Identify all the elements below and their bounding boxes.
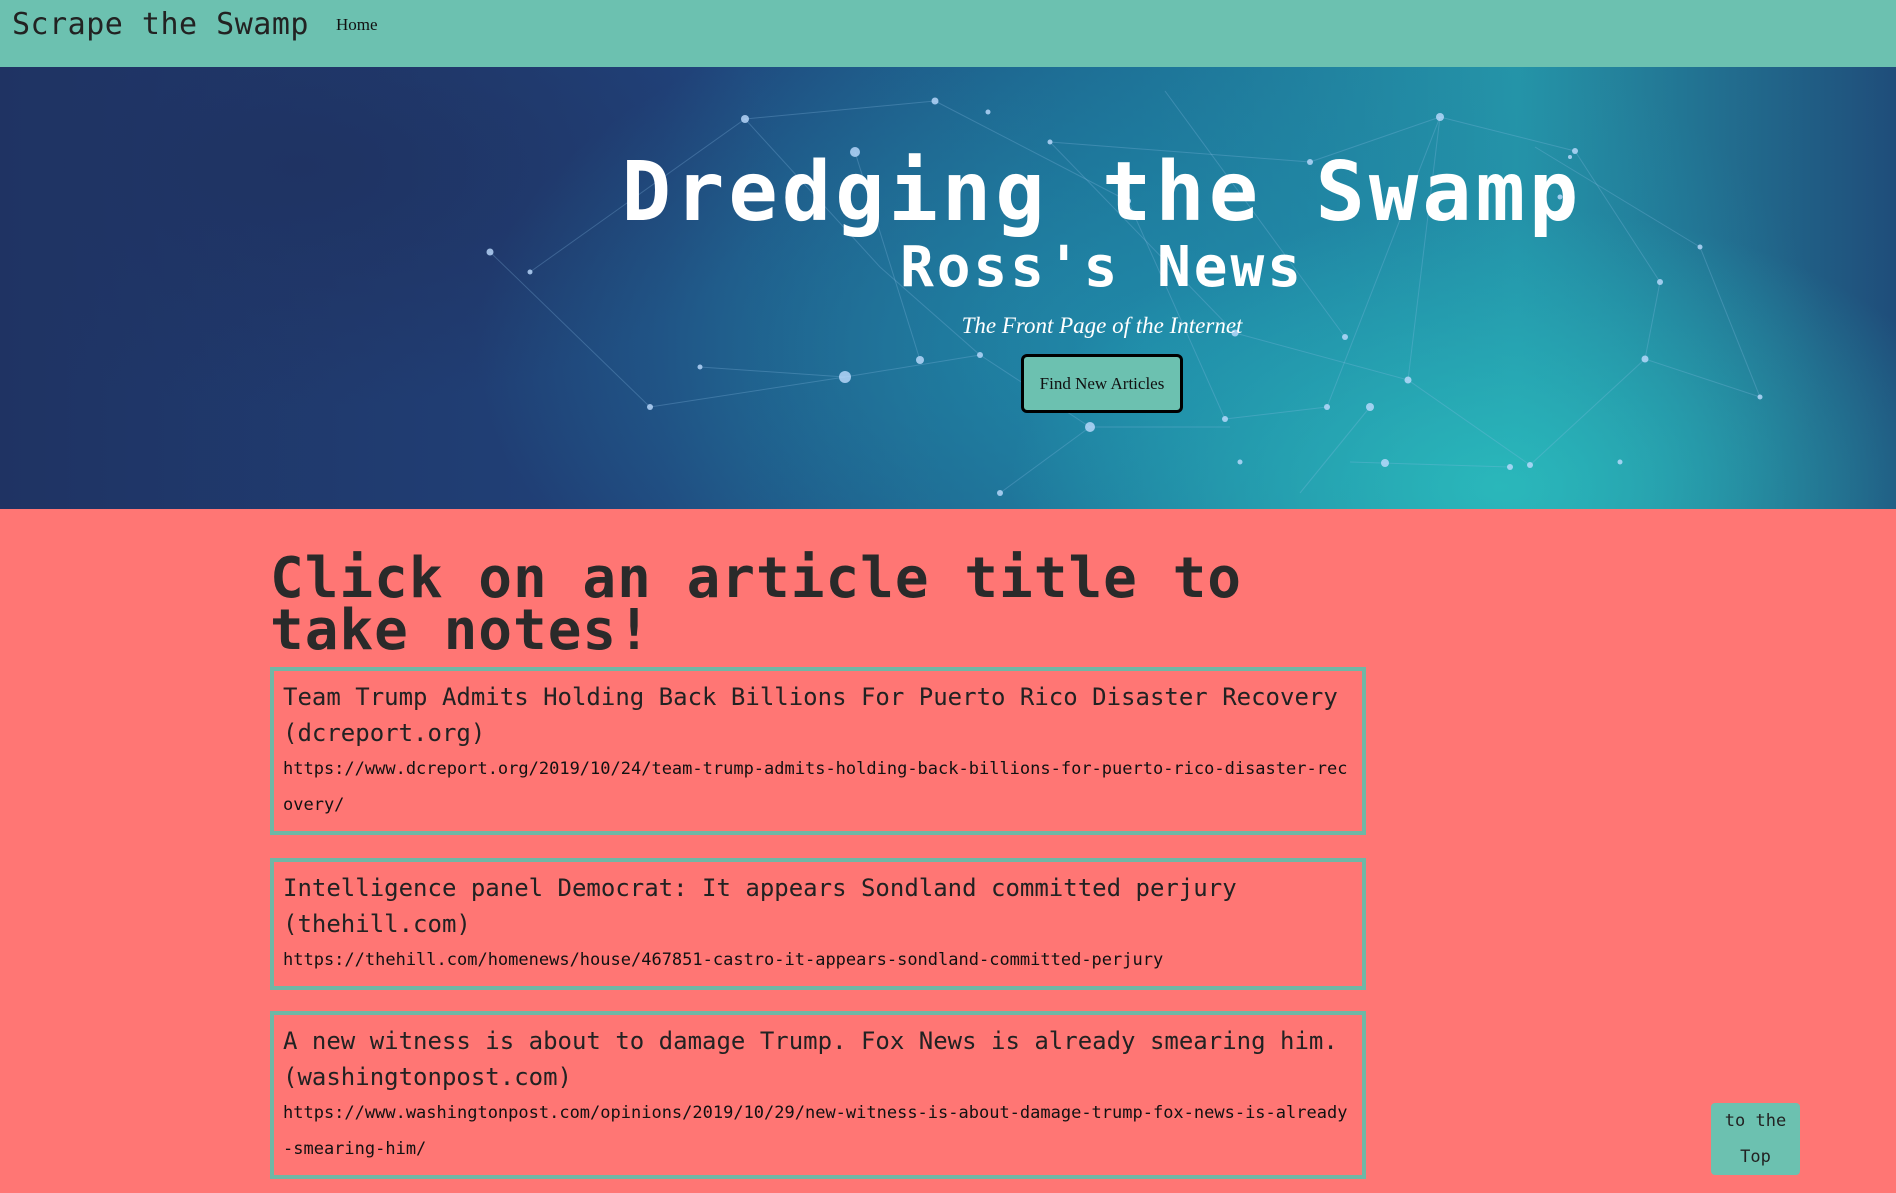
article-title[interactable]: A new witness is about to damage Trump. … — [283, 1023, 1352, 1095]
article-url: https://www.washingtonpost.com/opinions/… — [283, 1103, 1348, 1159]
article-url: https://www.dcreport.org/2019/10/24/team… — [283, 759, 1348, 815]
back-to-top-button[interactable]: to the Top — [1711, 1103, 1800, 1175]
navbar: Scrape the Swamp Home — [0, 0, 1896, 67]
hero-tagline: The Front Page of the Internet — [961, 313, 1243, 338]
main-heading: Click on an article title to take notes! — [270, 546, 1243, 663]
nav-home-link[interactable]: Home — [336, 15, 378, 35]
article-url: https://thehill.com/homenews/house/46785… — [283, 950, 1164, 970]
article-title[interactable]: Intelligence panel Democrat: It appears … — [283, 870, 1352, 942]
find-new-articles-button[interactable]: Find New Articles — [1021, 354, 1183, 413]
article-card[interactable]: Intelligence panel Democrat: It appears … — [270, 858, 1366, 990]
hero-banner: Dredging the Swamp Ross's News The Front… — [0, 67, 1896, 509]
article-title[interactable]: Team Trump Admits Holding Back Billions … — [283, 679, 1352, 751]
hero-subtitle: Ross's News — [900, 235, 1304, 300]
hero-title: Dredging the Swamp — [621, 145, 1583, 240]
brand-link[interactable]: Scrape the Swamp — [12, 7, 309, 42]
article-card[interactable]: Team Trump Admits Holding Back Billions … — [270, 667, 1366, 835]
article-card[interactable]: A new witness is about to damage Trump. … — [270, 1011, 1366, 1179]
